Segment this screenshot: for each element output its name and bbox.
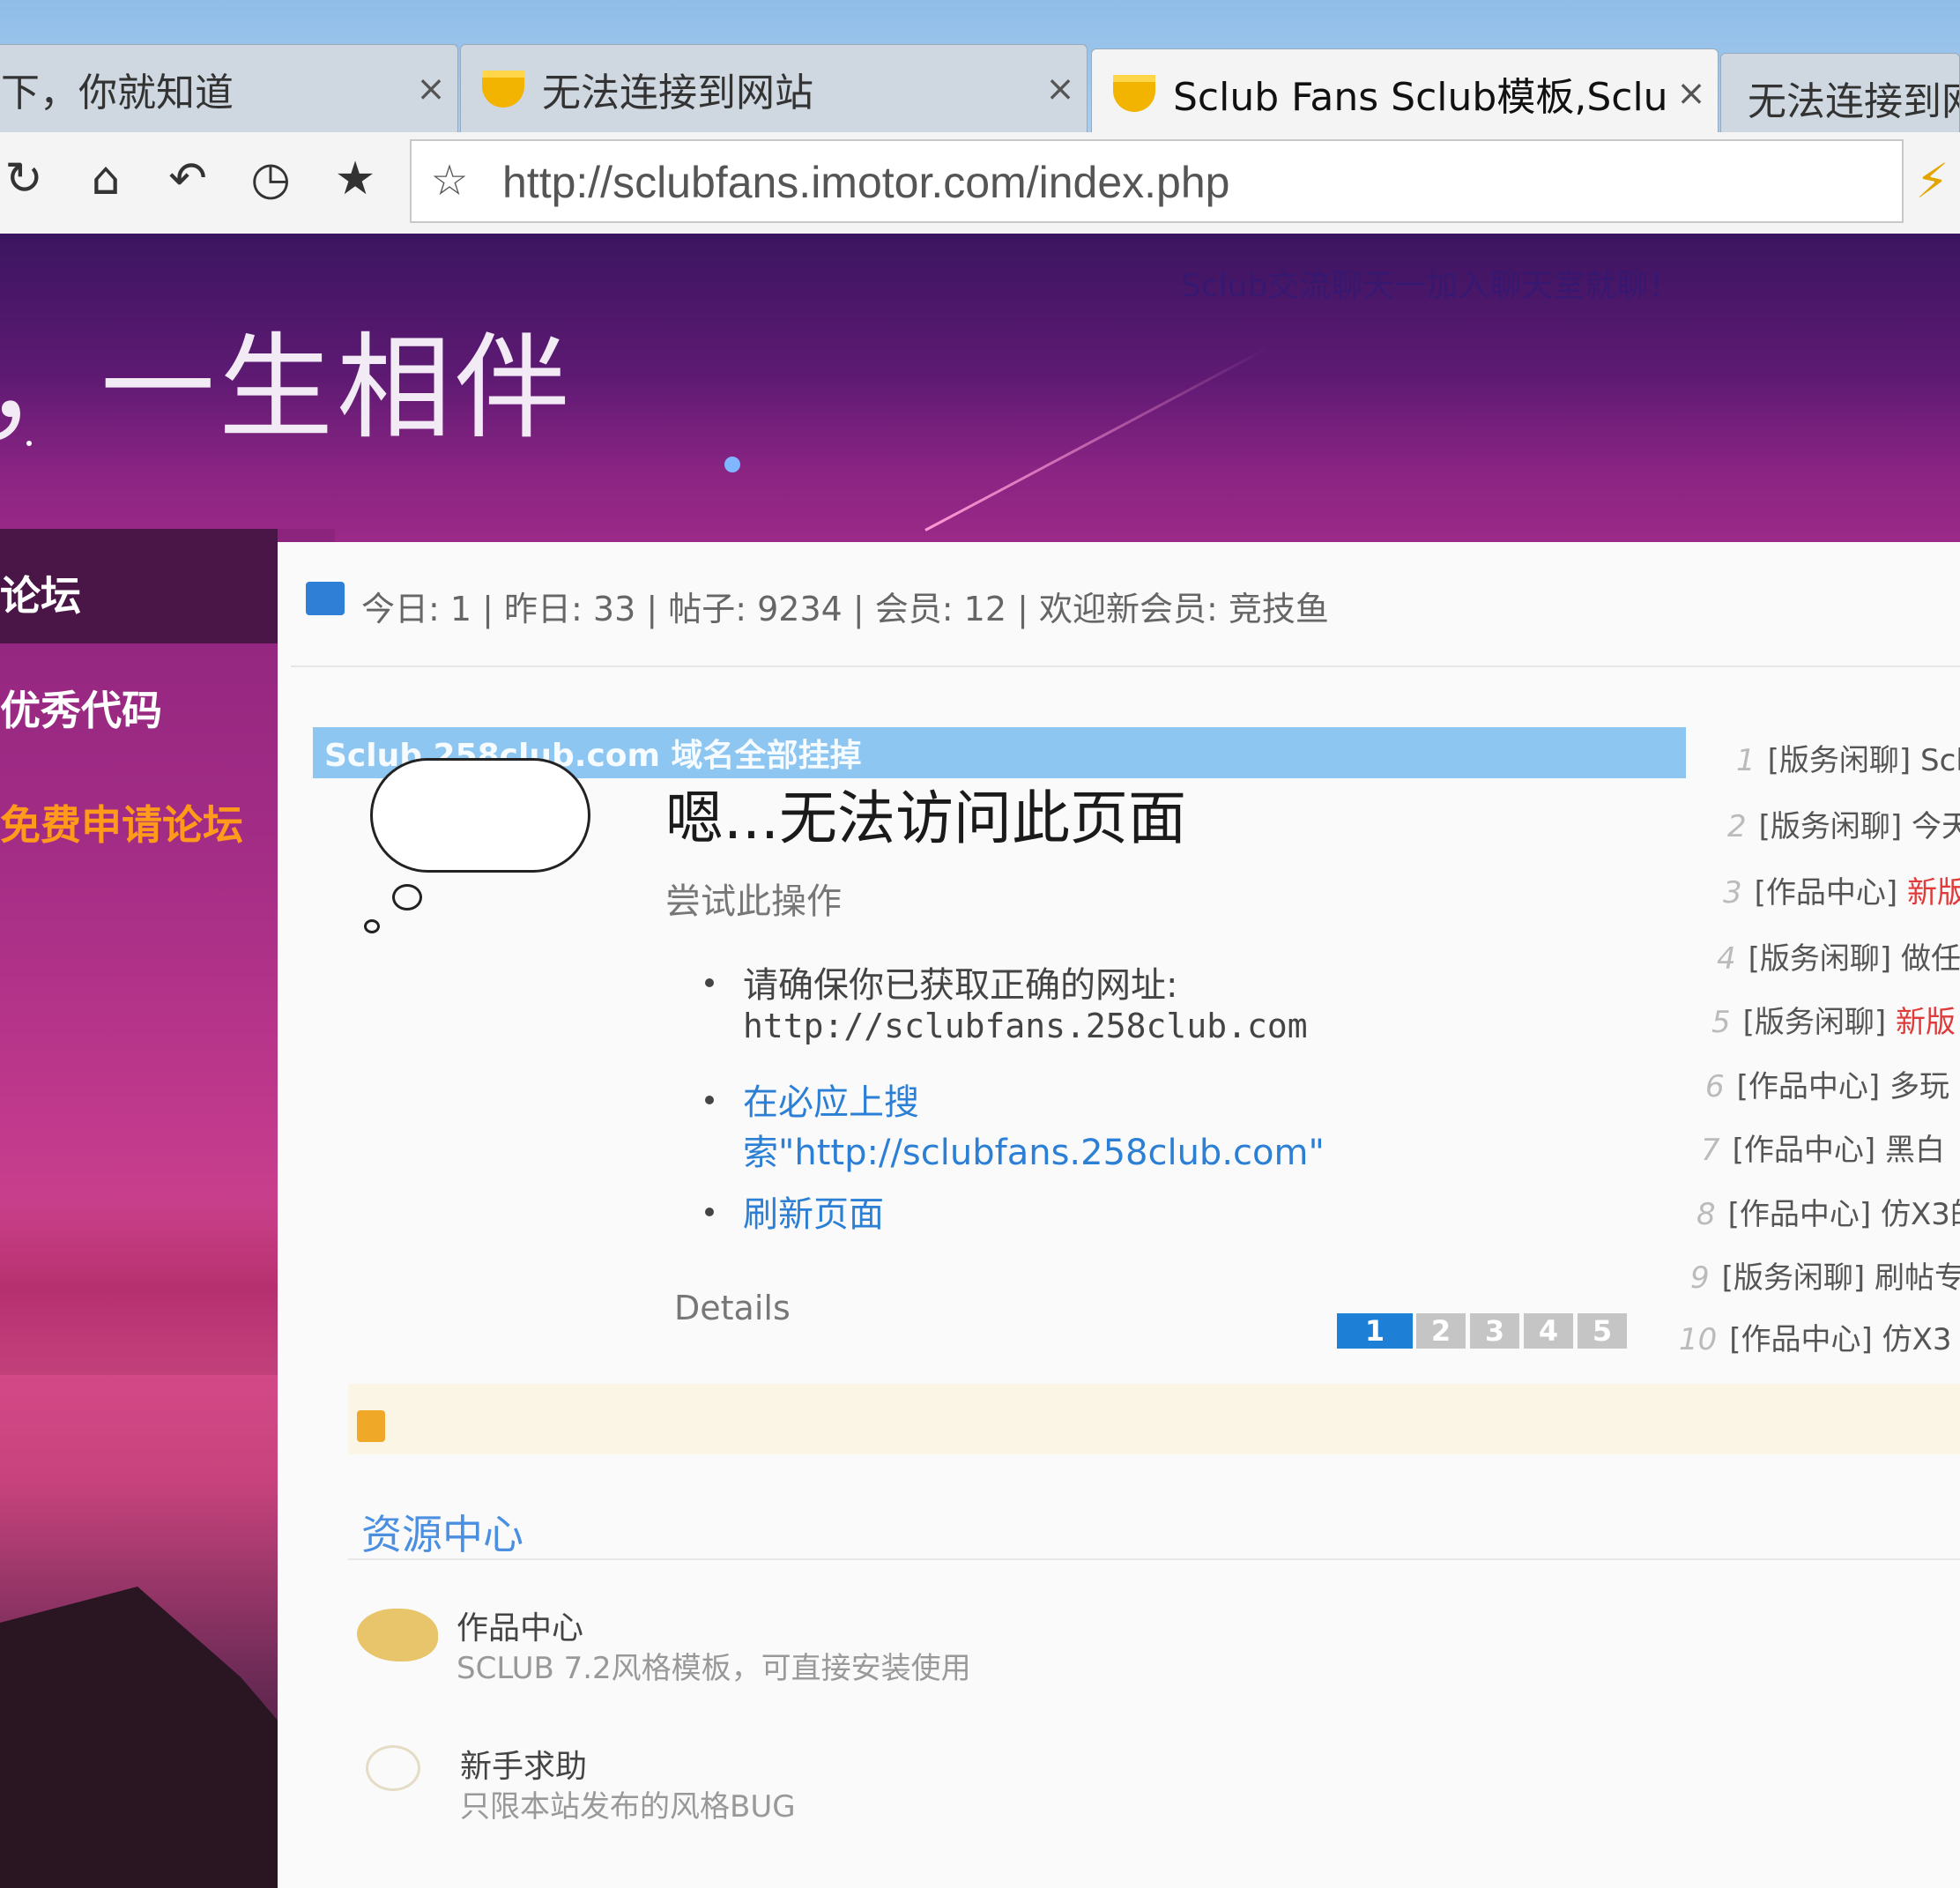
details-button[interactable]: Details xyxy=(674,1289,791,1327)
tab-3-active[interactable]: Sclub Fans Sclub模板,Sclub风... × xyxy=(1091,48,1719,137)
banner-note[interactable]: Sclub交流聊天一加入聊天室就聊！ xyxy=(1181,260,1680,306)
close-icon[interactable]: × xyxy=(1665,73,1718,114)
tab-4[interactable]: 无法连接到网站 xyxy=(1720,53,1960,141)
url-text[interactable]: http://sclubfans.imotor.com/index.php xyxy=(502,157,1229,208)
site-slogan: ，一生相伴 xyxy=(0,321,574,455)
undo-icon[interactable]: ↶ xyxy=(157,148,219,210)
sidebar-item-apply[interactable]: 免费申请论坛 xyxy=(0,793,243,851)
resource-desc: 只限本站发布的风格BUG xyxy=(460,1789,796,1825)
pager-1[interactable]: 1 xyxy=(1337,1313,1413,1349)
list-item[interactable]: 1 [版务闲聊] Scl xyxy=(1736,736,1960,779)
bullet xyxy=(705,978,714,987)
tab-1[interactable]: 下，你就知道 × xyxy=(0,44,458,132)
bullet xyxy=(705,1208,714,1216)
shield-icon xyxy=(482,70,524,108)
shield-icon xyxy=(1113,74,1155,112)
divider xyxy=(348,1558,1960,1560)
close-icon[interactable]: × xyxy=(405,69,457,109)
bullet xyxy=(705,1096,714,1104)
resource-title[interactable]: 新手求助 xyxy=(460,1741,587,1787)
favorites-icon[interactable]: ★ xyxy=(324,148,386,210)
list-item[interactable]: 3 [作品中心] 新版 xyxy=(1723,868,1960,911)
tab-2[interactable]: 无法连接到网站 × xyxy=(460,44,1088,132)
pager-2[interactable]: 2 xyxy=(1416,1313,1466,1349)
bookmark-star-icon[interactable]: ☆ xyxy=(423,150,476,212)
tab-2-label: 无法连接到网站 xyxy=(542,70,813,115)
refresh-page-link[interactable]: 刷新页面 xyxy=(743,1186,884,1237)
list-item[interactable]: 9 [版务闲聊] 刷帖专 xyxy=(1690,1253,1960,1297)
bing-search-link-cont[interactable]: 索"http://sclubfans.258club.com" xyxy=(743,1124,1325,1175)
tab-1-label: 下，你就知道 xyxy=(1,70,234,115)
list-item[interactable]: 6 [作品中心] 多玩 xyxy=(1705,1062,1949,1105)
thought-bubble-icon xyxy=(364,919,380,933)
chat-bubble-icon xyxy=(366,1745,420,1791)
sidebar-item-forum[interactable]: 论坛 xyxy=(0,564,81,622)
close-icon[interactable]: × xyxy=(1034,69,1087,109)
list-item[interactable]: 10[作品中心] 仿X3 F xyxy=(1679,1315,1960,1358)
list-item[interactable]: 5 [版务闲聊] 新版 xyxy=(1711,998,1956,1041)
lightning-icon[interactable]: ⚡ xyxy=(1908,148,1956,214)
divider xyxy=(291,665,1960,667)
error-subtitle: 尝试此操作 xyxy=(665,881,842,922)
tip-strip xyxy=(348,1384,1960,1454)
list-item[interactable]: 7 [作品中心] 黑白 xyxy=(1701,1126,1945,1169)
pager-4[interactable]: 4 xyxy=(1524,1313,1573,1349)
tab-4-label: 无法连接到网站 xyxy=(1748,78,1959,124)
bar-chart-icon xyxy=(306,582,345,615)
palette-icon xyxy=(357,1609,438,1661)
error-hint-line: 请确保你已获取正确的网址: xyxy=(743,965,1178,1006)
tab-3-label: Sclub Fans Sclub模板,Sclub风... xyxy=(1173,74,1665,120)
list-item[interactable]: 8[作品中心] 仿X3的 xyxy=(1696,1190,1960,1233)
forum-stats: 今日: 1 | 昨日: 33 | 帖子: 9234 | 会员: 12 | 欢迎新… xyxy=(361,590,1329,628)
section-title: 资源中心 xyxy=(361,1511,523,1558)
list-item[interactable]: 2 [版务闲聊] 今天 xyxy=(1727,802,1960,845)
star-decoration xyxy=(724,457,740,472)
thumbs-up-icon xyxy=(357,1410,385,1442)
list-item[interactable]: 4 [版务闲聊] 做任 xyxy=(1717,934,1960,977)
sidebar-item-code[interactable]: 优秀代码 xyxy=(0,679,162,737)
pager-5[interactable]: 5 xyxy=(1578,1313,1627,1349)
resource-desc: SCLUB 7.2风格模板，可直接安装使用 xyxy=(457,1651,971,1686)
pager-3[interactable]: 3 xyxy=(1470,1313,1519,1349)
bing-search-link[interactable]: 在必应上搜 xyxy=(743,1074,919,1125)
history-icon[interactable]: ◷ xyxy=(240,148,301,210)
refresh-icon[interactable]: ↻ xyxy=(0,148,55,210)
star-decoration xyxy=(26,441,32,446)
thought-bubble-icon xyxy=(392,884,422,911)
home-icon[interactable]: ⌂ xyxy=(75,148,137,210)
error-hint-url: http://sclubfans.258club.com xyxy=(743,1007,1308,1045)
error-title: 嗯...无法访问此页面 xyxy=(665,784,1186,852)
resource-title[interactable]: 作品中心 xyxy=(457,1602,583,1648)
cloud-icon xyxy=(370,758,590,873)
